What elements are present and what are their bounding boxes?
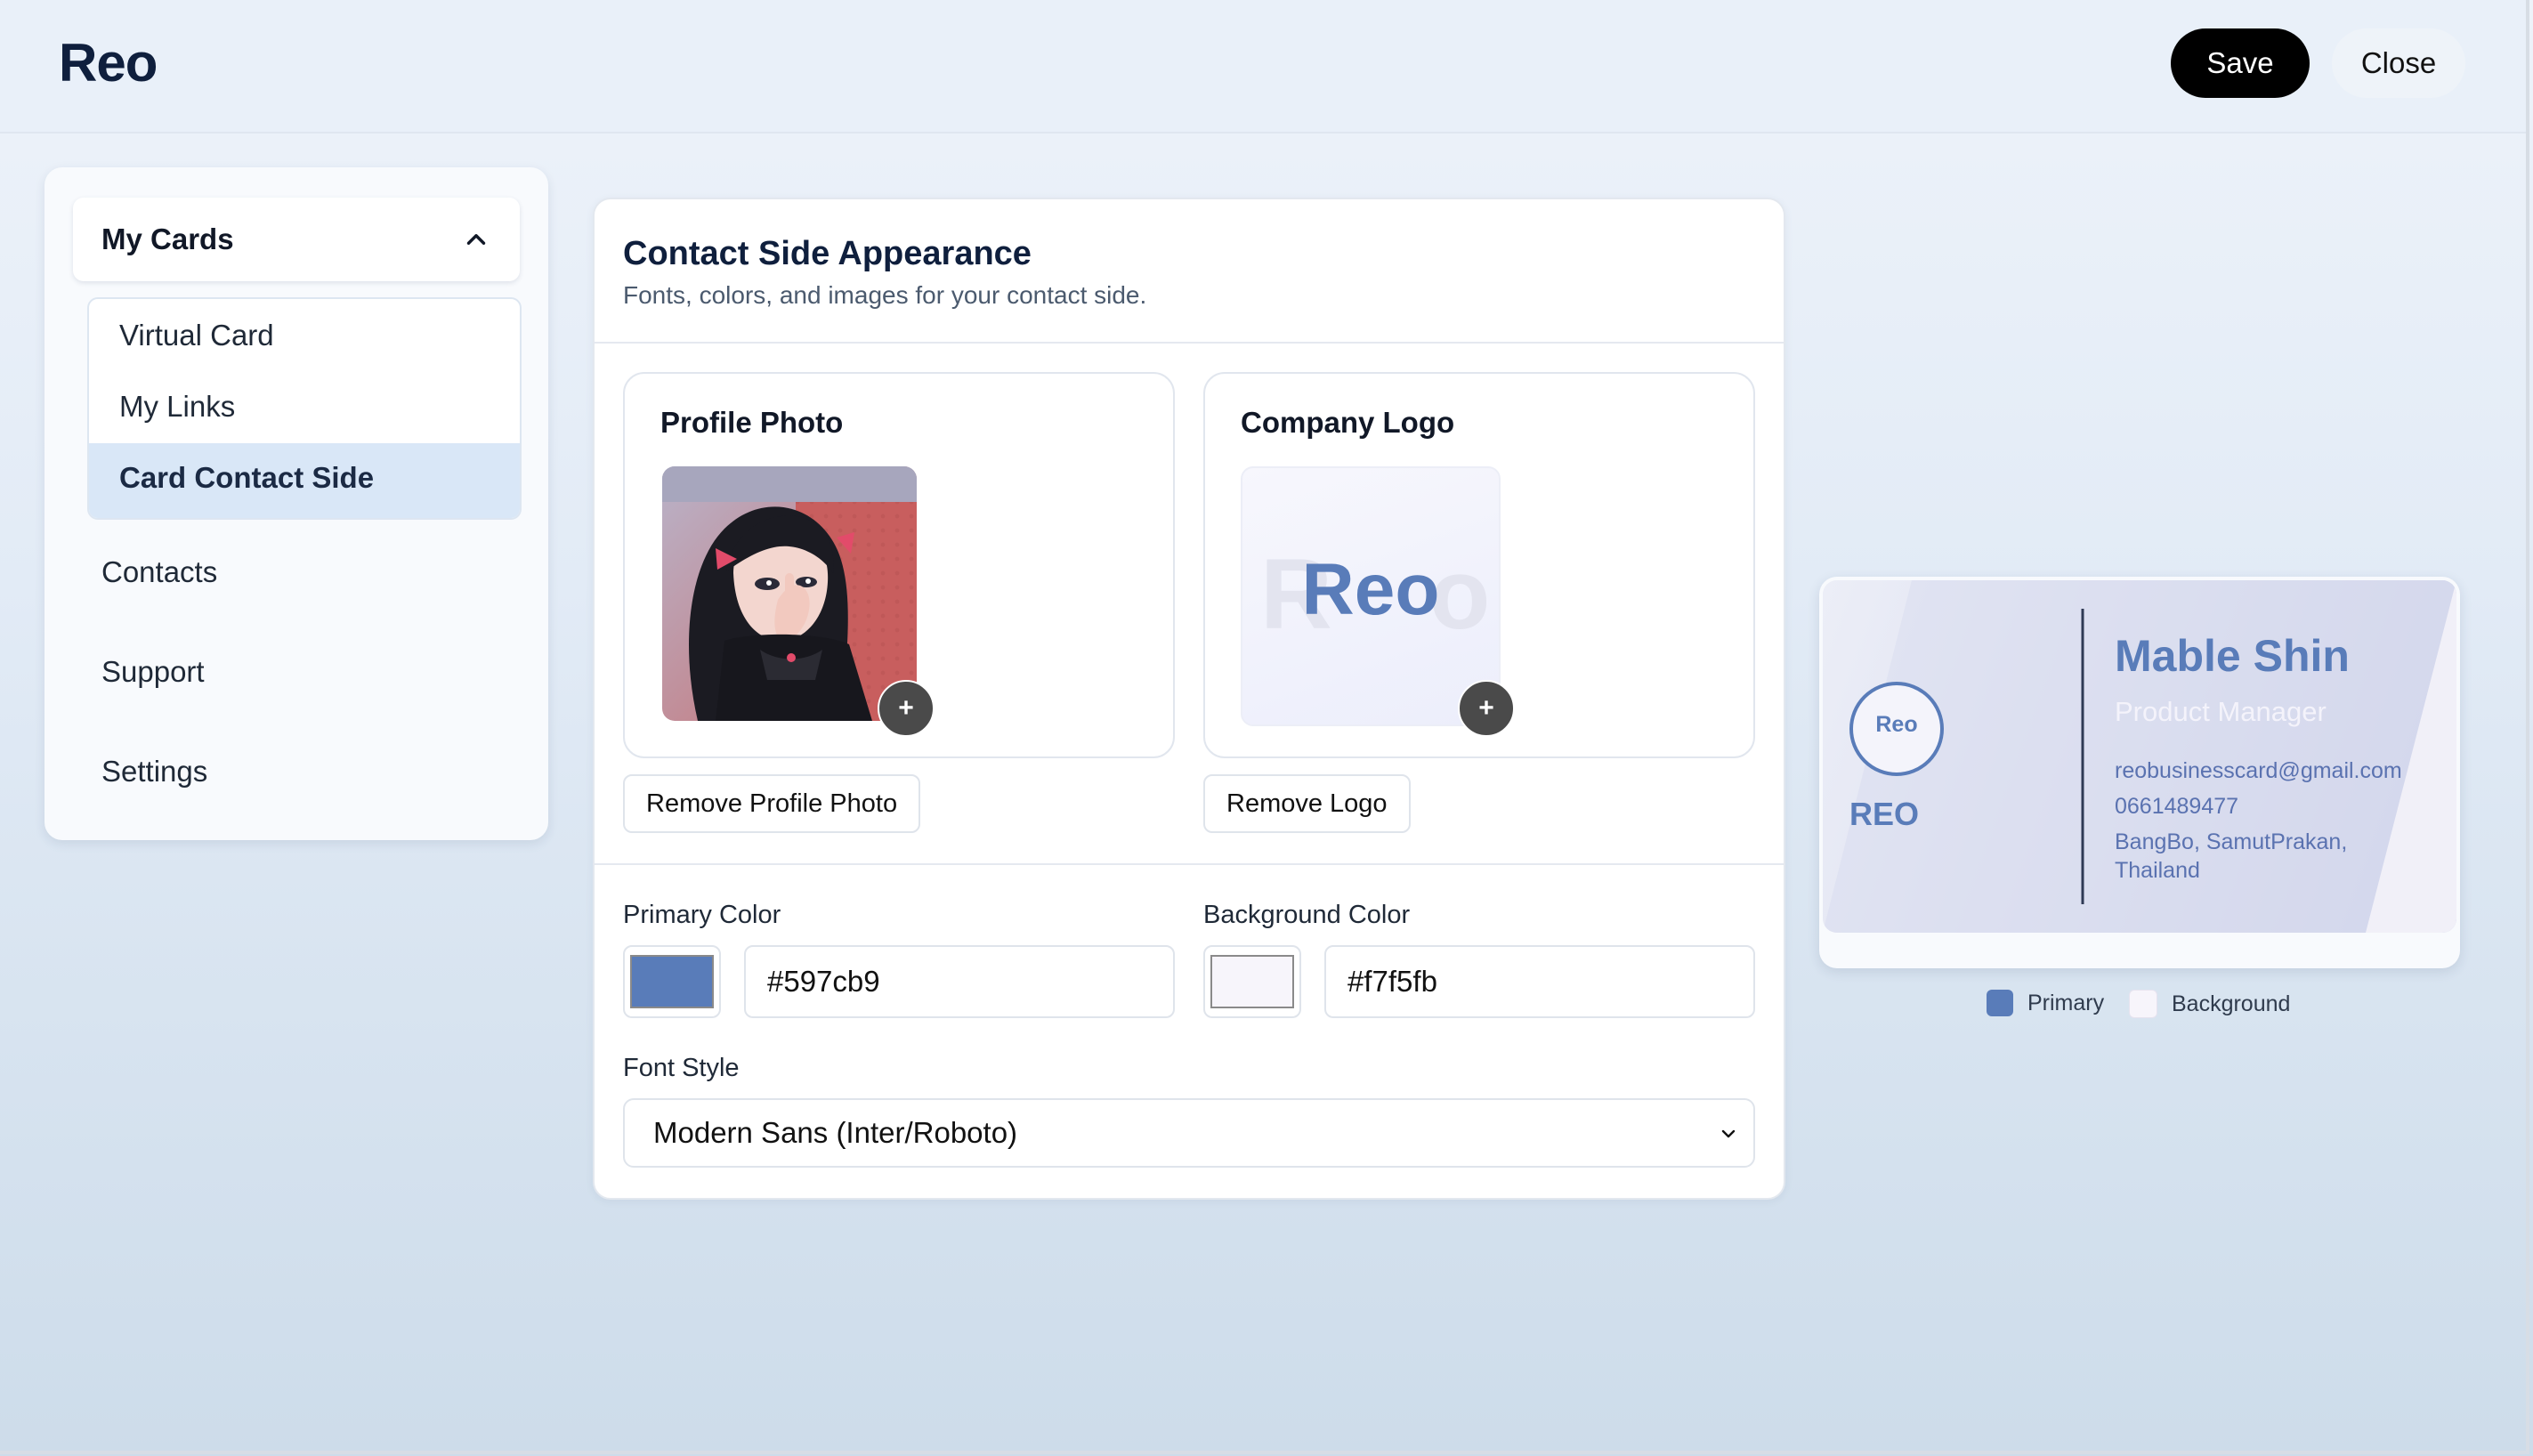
legend-primary-label: Primary: [2027, 990, 2105, 1015]
background-color-label: Background Color: [1203, 901, 1411, 929]
divider: [595, 863, 1784, 865]
background-color-fill: [1210, 955, 1294, 1008]
legend-primary: Primary: [1987, 990, 2104, 1016]
font-style-value: Modern Sans (Inter/Roboto): [653, 1116, 1018, 1149]
logo-text: Reo: [1302, 549, 1440, 630]
font-style-label: Font Style: [623, 1054, 740, 1082]
sidebar-item-support[interactable]: Support: [101, 655, 205, 689]
company-logo-title: Company Logo: [1241, 406, 1455, 439]
preview-name: Mable Shin: [2115, 631, 2350, 681]
panel-subtitle: Fonts, colors, and images for your conta…: [623, 281, 1147, 309]
primary-color-label: Primary Color: [623, 901, 781, 929]
primary-color-input[interactable]: #597cb9: [744, 945, 1175, 1018]
preview-email: reobusinesscard@gmail.com: [2115, 758, 2402, 783]
plus-icon: +: [898, 693, 914, 723]
remove-profile-photo-button[interactable]: Remove Profile Photo: [623, 774, 921, 833]
sidebar-item-label: My Links: [119, 390, 236, 423]
legend-background-label: Background: [2172, 991, 2291, 1016]
save-button[interactable]: Save: [2171, 28, 2310, 98]
sidebar-group-my-cards[interactable]: My Cards: [73, 198, 520, 281]
preview-logo-text: Reo: [1875, 712, 1918, 737]
preview-address-line2: Thailand: [2115, 858, 2200, 883]
sidebar-item-contacts[interactable]: Contacts: [101, 555, 217, 589]
card-preview: Reo REO Mable Shin Product Manager reobu…: [1819, 577, 2460, 968]
primary-color-swatch[interactable]: [623, 945, 721, 1018]
sidebar-item-settings[interactable]: Settings: [101, 755, 207, 789]
legend-background-swatch: [2129, 990, 2157, 1018]
appearance-panel: Contact Side Appearance Fonts, colors, a…: [593, 198, 1785, 1200]
plus-icon: +: [1478, 693, 1494, 723]
preview-company: REO: [1849, 796, 1920, 832]
brand-logo: Reo: [59, 33, 158, 93]
background-color-swatch[interactable]: [1203, 945, 1301, 1018]
profile-photo-card: Profile Photo +: [623, 372, 1175, 758]
legend-primary-swatch: [1987, 990, 2013, 1016]
top-bar: Reo Save Close: [0, 0, 2526, 133]
sidebar-submenu: Virtual Card My Links Card Contact Side: [87, 297, 522, 520]
sidebar-item-label: Card Contact Side: [119, 461, 375, 494]
card-contact-side-preview: Reo REO Mable Shin Product Manager reobu…: [1823, 580, 2456, 933]
sidebar-group-label: My Cards: [101, 222, 234, 255]
remove-logo-button[interactable]: Remove Logo: [1203, 774, 1411, 833]
company-logo-card: Company Logo R o Reo +: [1203, 372, 1755, 758]
profile-photo-image[interactable]: [662, 466, 917, 721]
close-button[interactable]: Close: [2332, 28, 2465, 98]
add-company-logo-button[interactable]: +: [1458, 680, 1515, 737]
profile-photo-title: Profile Photo: [660, 406, 844, 439]
preview-address-line1: BangBo, SamutPrakan,: [2115, 829, 2348, 854]
legend-background: Background: [2129, 990, 2290, 1018]
chevron-up-icon[interactable]: [461, 224, 491, 255]
sidebar-item-virtual-card[interactable]: Virtual Card: [89, 301, 520, 372]
divider: [595, 342, 1784, 344]
sidebar-item-label: Virtual Card: [119, 319, 274, 352]
sidebar-item-card-contact-side[interactable]: Card Contact Side: [89, 443, 520, 518]
preview-logo-badge: Reo: [1849, 682, 1944, 776]
chevron-down-icon: [1721, 1129, 1736, 1138]
background-color-input[interactable]: #f7f5fb: [1324, 945, 1755, 1018]
preview-job-title: Product Manager: [2115, 696, 2327, 727]
preview-phone: 0661489477: [2115, 794, 2239, 819]
company-logo-image[interactable]: R o Reo: [1241, 466, 1501, 726]
primary-color-fill: [630, 955, 714, 1008]
panel-title: Contact Side Appearance: [623, 235, 1032, 272]
sidebar-item-my-links[interactable]: My Links: [89, 372, 520, 443]
sidebar: My Cards Virtual Card My Links Card Cont…: [45, 167, 548, 840]
add-profile-photo-button[interactable]: +: [878, 680, 935, 737]
font-style-select[interactable]: Modern Sans (Inter/Roboto): [623, 1098, 1755, 1168]
